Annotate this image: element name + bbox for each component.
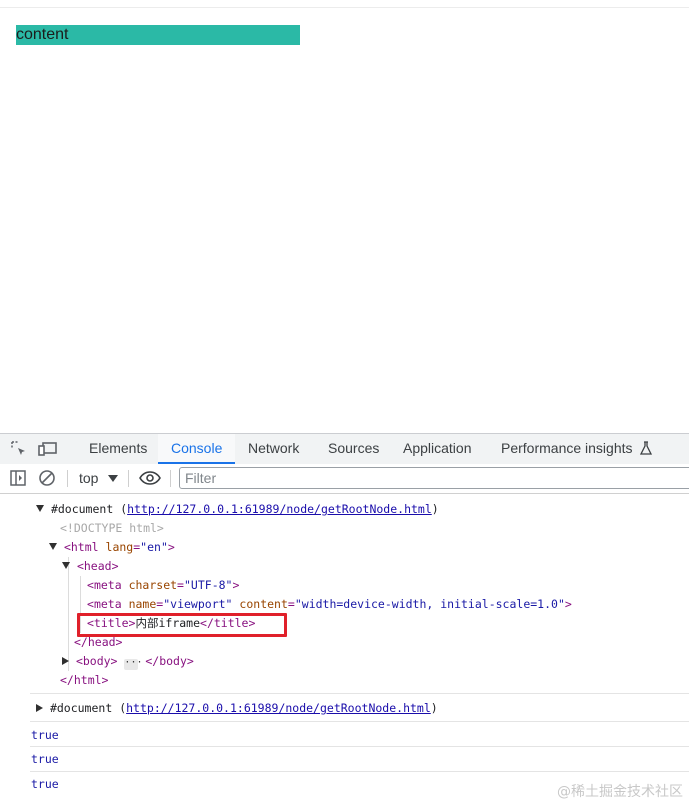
content-box: content (16, 25, 300, 45)
head-node[interactable]: <head> (62, 557, 119, 576)
tab-console[interactable]: Console (158, 434, 236, 464)
tab-application[interactable]: Application (390, 434, 485, 464)
tab-network[interactable]: Network (235, 434, 312, 464)
document-label: #document (49, 701, 113, 715)
sidebar-toggle-icon[interactable] (9, 469, 27, 487)
console-result-value: true (31, 728, 59, 742)
console-entry-document[interactable]: #document (http://127.0.0.1:61989/node/g… (36, 500, 439, 519)
content-value: width=device-width, initial-scale=1.0 (301, 597, 558, 611)
meta-tag-name: meta (93, 597, 122, 611)
eye-icon[interactable] (139, 469, 161, 487)
console-entry-document[interactable]: #document (http://127.0.0.1:61989/node/g… (36, 699, 438, 718)
document-url-link[interactable]: http://127.0.0.1:61989/node/getRootNode.… (127, 502, 432, 516)
inspect-element-icon[interactable] (10, 440, 28, 458)
content-attr: content (239, 597, 288, 611)
name-attr: name (128, 597, 157, 611)
html-tag-name: html (70, 540, 99, 554)
lang-value: en (147, 540, 161, 554)
context-selector[interactable]: top (79, 468, 98, 488)
body-open-tag: <body> (75, 654, 118, 668)
console-toolbar: top (0, 464, 689, 494)
meta-tag-name: meta (93, 578, 122, 592)
tab-sources[interactable]: Sources (315, 434, 392, 464)
tab-performance-insights[interactable]: Performance insights (488, 434, 653, 465)
devtools-tabbar: Elements Console Network Sources Applica… (0, 433, 689, 465)
clear-console-icon[interactable] (38, 469, 56, 487)
doctype-node[interactable]: <!DOCTYPE html> (60, 519, 164, 538)
tab-performance-insights-label: Performance insights (501, 440, 633, 456)
tab-elements[interactable]: Elements (76, 434, 160, 464)
charset-attr: charset (128, 578, 178, 592)
toolbar-divider (170, 470, 171, 487)
filter-input[interactable] (179, 467, 689, 489)
toolbar-divider (128, 470, 129, 487)
body-close-tag: </body> (145, 654, 194, 668)
head-tag-name: head (83, 559, 112, 573)
console-row-divider (30, 746, 689, 747)
flask-icon (640, 436, 653, 465)
console-row-divider (30, 721, 689, 722)
html-node[interactable]: <html lang="en"> (49, 538, 175, 557)
meta-viewport-node[interactable]: <meta name="viewport" content="width=dev… (87, 595, 572, 614)
expand-arrow-icon[interactable] (36, 704, 43, 712)
console-row-divider (30, 693, 689, 694)
page-top-border (0, 7, 689, 8)
expand-arrow-icon[interactable] (49, 543, 57, 550)
document-label: #document (50, 502, 114, 516)
name-value: viewport (170, 597, 226, 611)
html-close-node[interactable]: </html> (60, 671, 108, 690)
device-toolbar-icon[interactable] (38, 440, 57, 458)
content-text: content (16, 26, 69, 43)
expand-arrow-icon[interactable] (62, 562, 70, 569)
expand-arrow-icon[interactable] (62, 657, 69, 665)
devtools-panel: Elements Console Network Sources Applica… (0, 433, 689, 806)
console-result-value: true (31, 777, 59, 791)
body-node[interactable]: <body> ··· </body> (62, 652, 194, 671)
console-row-divider (30, 771, 689, 772)
watermark-text: @稀土掘金技术社区 (557, 784, 683, 800)
console-result-value: true (31, 752, 59, 766)
toolbar-divider (67, 470, 68, 487)
lang-attr: lang (105, 540, 134, 554)
expand-arrow-icon[interactable] (36, 505, 44, 512)
collapsed-ellipsis-icon[interactable]: ··· (124, 658, 142, 670)
charset-value: UTF-8 (190, 578, 226, 592)
chevron-down-icon[interactable] (108, 475, 118, 482)
meta-charset-node[interactable]: <meta charset="UTF-8"> (87, 576, 239, 595)
annotation-highlight-box (77, 613, 287, 637)
paren-close: ) (430, 701, 438, 715)
document-url-link[interactable]: http://127.0.0.1:61989/node/getRootNode.… (126, 701, 431, 715)
paren-close: ) (431, 502, 439, 516)
